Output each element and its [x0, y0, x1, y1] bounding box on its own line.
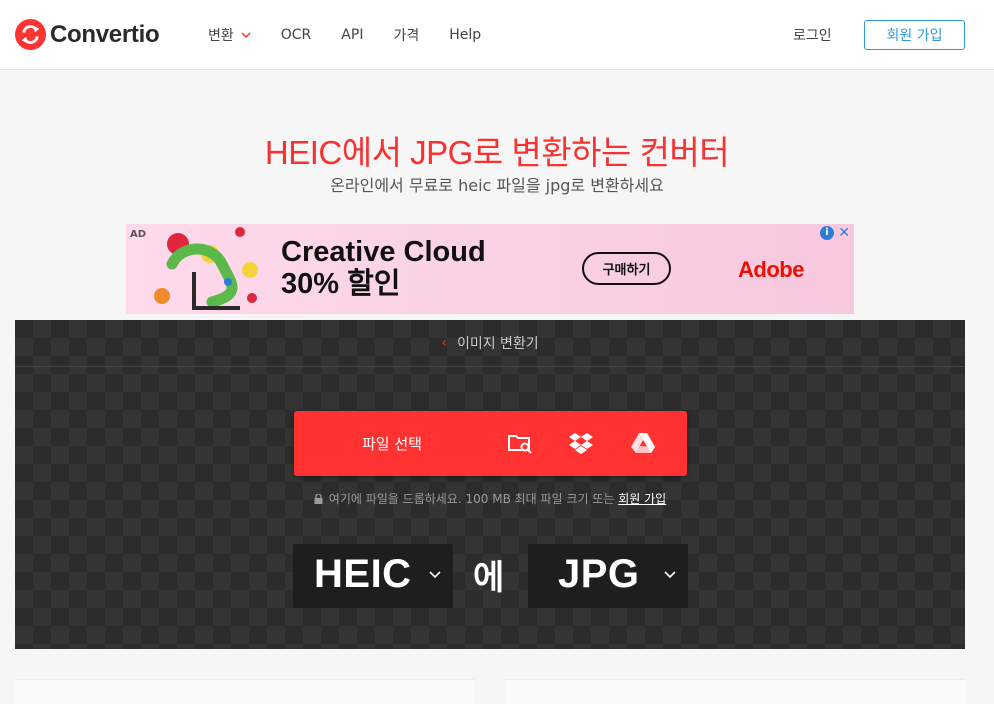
ad-close-icon[interactable]: ✕	[838, 225, 850, 241]
chevron-down-icon	[241, 31, 251, 38]
choose-files-button[interactable]: 파일 선택	[362, 433, 422, 454]
ad-banner[interactable]: AD Creative Cloud 30% 할인 구매하기 Adobe i ✕	[126, 224, 854, 314]
drop-files-text: 여기에 파일을 드롭하세요. 100 MB 최대 파일 크기 또는	[328, 492, 615, 506]
ad-headline-line1: Creative Cloud	[281, 236, 486, 268]
convertio-logo[interactable]: Convertio	[15, 19, 160, 50]
converter-panel[interactable]: ‹ 이미지 변환기 파일 선택 여기에 파일을 드롭하세요. 100 MB 최대…	[15, 320, 965, 649]
file-upload-bar[interactable]: 파일 선택	[294, 411, 687, 476]
signup-button[interactable]: 회원 가입	[864, 20, 965, 50]
google-drive-icon[interactable]	[630, 431, 656, 455]
source-format-select[interactable]: HEIC	[293, 544, 453, 608]
nav-pricing[interactable]: 가격	[393, 25, 419, 45]
ad-info-icon[interactable]: i	[820, 226, 834, 240]
nav-api[interactable]: API	[341, 27, 363, 43]
nav-help[interactable]: Help	[449, 27, 481, 43]
nav-ocr[interactable]: OCR	[281, 27, 312, 43]
ad-buy-button[interactable]: 구매하기	[582, 252, 671, 285]
page-title: HEIC에서 JPG로 변환하는 컨버터	[264, 134, 730, 171]
site-header: Convertio 변환 OCR API 가격 Help 로그인 회원 가입	[0, 0, 994, 70]
ad-brand-logo: Adobe	[738, 257, 804, 282]
breadcrumb-label: 이미지 변환기	[456, 336, 539, 352]
ad-illustration	[154, 227, 258, 310]
main-nav: 변환 OCR API 가격 Help	[208, 25, 511, 45]
login-link[interactable]: 로그인	[793, 25, 832, 45]
to-word: 에	[473, 558, 505, 598]
dropbox-icon[interactable]	[568, 431, 594, 455]
chevron-down-icon	[664, 571, 676, 579]
nav-convert-label: 변환	[208, 28, 234, 44]
lock-icon	[314, 494, 323, 504]
ad-headline-line2: 30% 할인	[281, 268, 401, 300]
info-card-right	[505, 679, 965, 704]
logo-text: Convertio	[50, 20, 160, 48]
folder-search-icon[interactable]	[507, 431, 533, 455]
signup-link[interactable]: 회원 가입	[618, 492, 666, 506]
convertio-logo-icon	[15, 19, 46, 50]
nav-convert[interactable]: 변환	[208, 25, 251, 45]
breadcrumb-image-converter[interactable]: ‹ 이미지 변환기	[15, 320, 965, 367]
nav-help-label: Help	[449, 27, 482, 43]
ad-headline: Creative Cloud 30% 할인	[281, 236, 486, 300]
nav-ocr-label: OCR	[280, 27, 312, 43]
nav-api-label: API	[341, 27, 364, 43]
target-format-value: JPG	[558, 552, 640, 596]
chevron-down-icon	[429, 571, 441, 579]
nav-pricing-label: 가격	[393, 28, 420, 44]
target-format-select[interactable]: JPG	[528, 544, 688, 608]
source-format-value: HEIC	[314, 552, 412, 596]
info-card-left	[15, 679, 475, 704]
ad-badge: AD	[130, 229, 147, 240]
chevron-left-icon: ‹	[441, 335, 447, 351]
drop-files-note: 여기에 파일을 드롭하세요. 100 MB 최대 파일 크기 또는 회원 가입	[15, 490, 965, 507]
page-subtitle: 온라인에서 무료로 heic 파일을 jpg로 변환하세요	[330, 176, 664, 195]
